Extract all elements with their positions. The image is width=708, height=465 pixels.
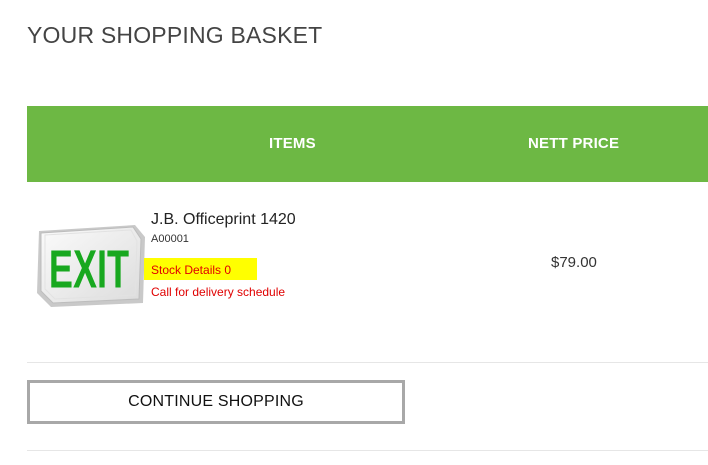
product-name[interactable]: J.B. Officeprint 1420 <box>151 211 296 229</box>
page-title: YOUR SHOPPING BASKET <box>27 22 323 48</box>
basket-table-header: ITEMS NETT PRICE <box>27 106 708 182</box>
row-divider <box>27 362 708 363</box>
exit-sign-image[interactable]: EXIT <box>31 219 149 309</box>
stock-details-badge: Stock Details 0 <box>144 258 257 280</box>
footer-divider <box>27 450 708 451</box>
items-column-header: ITEMS <box>269 135 316 152</box>
nett-price-column-header: NETT PRICE <box>528 135 620 152</box>
product-sku: A00001 <box>151 233 189 245</box>
delivery-note: Call for delivery schedule <box>151 285 286 299</box>
continue-shopping-button[interactable]: CONTINUE SHOPPING <box>27 380 405 424</box>
item-nett-price: $79.00 <box>551 254 597 271</box>
basket-item-row: EXIT J.B. Officeprint 1420 A00001 Stock … <box>27 182 708 362</box>
stock-details-text: Stock Details 0 <box>151 263 232 277</box>
svg-text:EXIT: EXIT <box>49 240 129 300</box>
shopping-basket-page: YOUR SHOPPING BASKET ITEMS NETT PRICE EX… <box>0 0 708 465</box>
